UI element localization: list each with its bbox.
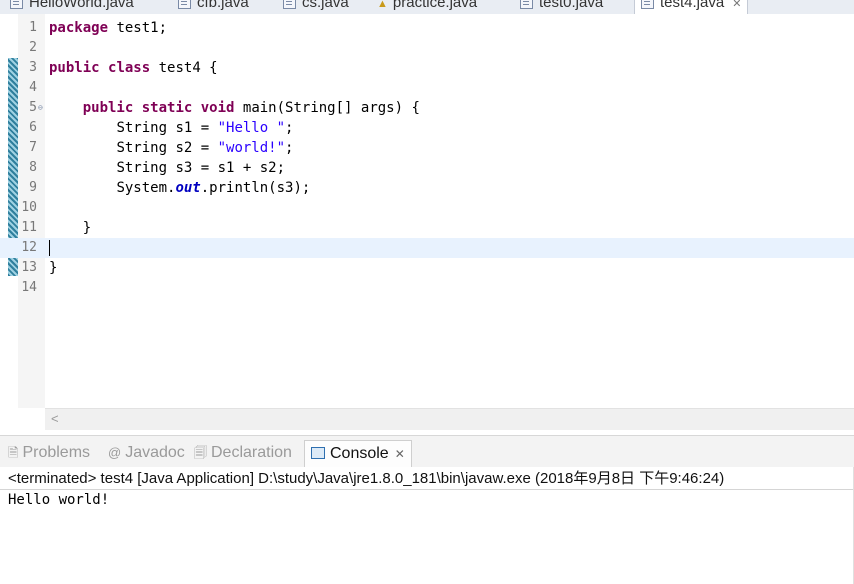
code-line: 3 public class test4 { xyxy=(0,58,854,78)
console-output-text: Hello world! xyxy=(8,492,110,508)
tab-label: Problems xyxy=(22,444,91,461)
code-text: public class test4 { xyxy=(49,60,218,76)
warning-icon: ▲ xyxy=(377,0,388,10)
console-output[interactable]: Hello world! xyxy=(0,490,854,584)
problems-icon: 🗎 xyxy=(8,445,19,460)
line-number: 5 xyxy=(29,100,37,115)
close-icon[interactable]: ✕ xyxy=(732,0,741,10)
scroll-left-icon[interactable]: < xyxy=(51,411,59,426)
code-line: 9 System.out.println(s3); xyxy=(0,178,854,198)
code-line: 10 xyxy=(0,198,854,218)
code-line: 4 xyxy=(0,78,854,98)
tab-cfb-java[interactable]: cfb.java xyxy=(178,0,249,14)
tab-problems[interactable]: 🗎 Problems xyxy=(8,442,90,464)
bottom-view-tabs: 🗎 Problems @ Javadoc 🗐 Declaration Console ✕ xyxy=(0,435,854,468)
declaration-icon: 🗐 xyxy=(194,445,207,460)
code-text: public static void main(String[] args) { xyxy=(82,100,420,116)
line-number: 14 xyxy=(21,280,37,295)
tab-label: test4.java xyxy=(660,0,725,11)
console-status-line: <terminated> test4 [Java Application] D:… xyxy=(0,467,854,490)
console-status-text: <terminated> test4 [Java Application] D:… xyxy=(8,470,725,487)
text-caret xyxy=(49,240,50,256)
tab-label: Javadoc xyxy=(125,444,185,461)
code-line: 6 String s1 = "Hello "; xyxy=(0,118,854,138)
javadoc-icon: @ xyxy=(108,445,122,460)
code-line: 7 String s2 = "world!"; xyxy=(0,138,854,158)
line-number: 2 xyxy=(29,40,37,55)
tab-label: test0.java xyxy=(539,0,604,11)
tab-practice-java[interactable]: ▲ practice.java xyxy=(377,0,477,14)
code-text: } xyxy=(82,220,92,236)
code-text: } xyxy=(49,260,58,276)
line-number: 9 xyxy=(29,180,37,195)
code-text: String s1 = "Hello "; xyxy=(116,120,294,136)
current-line: 12 xyxy=(0,238,854,258)
tab-cs-java[interactable]: cs.java xyxy=(283,0,349,14)
line-number: 4 xyxy=(29,80,37,95)
line-number: 8 xyxy=(29,160,37,175)
code-line: 5 ⊖ public static void main(String[] arg… xyxy=(0,98,854,118)
tab-javadoc[interactable]: @ Javadoc xyxy=(108,442,185,464)
tab-test4-java[interactable]: test4.java ✕ xyxy=(634,0,749,14)
java-file-icon xyxy=(520,0,533,9)
tab-label: Declaration xyxy=(211,444,292,461)
code-line: 14 xyxy=(0,278,854,298)
console-icon xyxy=(311,447,325,459)
code-text: System.out.println(s3); xyxy=(116,180,311,196)
line-number: 13 xyxy=(21,260,37,275)
code-text: String s3 = s1 + s2; xyxy=(116,160,286,176)
line-number: 12 xyxy=(21,240,37,255)
code-line: 11 } xyxy=(0,218,854,238)
code-line: 13 } xyxy=(0,258,854,278)
close-icon[interactable]: ✕ xyxy=(395,447,405,461)
line-number: 10 xyxy=(21,200,37,215)
java-file-icon xyxy=(10,0,23,9)
tab-console[interactable]: Console ✕ xyxy=(304,440,412,467)
code-line: 1 package test1; xyxy=(0,18,854,38)
line-number: 3 xyxy=(29,60,37,75)
tab-declaration[interactable]: 🗐 Declaration xyxy=(194,442,292,464)
tab-label: HelloWorld.java xyxy=(29,0,134,11)
tab-label: Console xyxy=(330,445,389,462)
tab-label: practice.java xyxy=(392,0,478,11)
code-line: 8 String s3 = s1 + s2; xyxy=(0,158,854,178)
line-number: 1 xyxy=(29,20,37,35)
line-number: 7 xyxy=(29,140,37,155)
code-editor[interactable]: 1 package test1; 2 3 public class test4 … xyxy=(0,14,854,431)
horizontal-scrollbar[interactable]: < xyxy=(45,408,854,431)
java-file-icon xyxy=(178,0,191,9)
code-text: String s2 = "world!"; xyxy=(116,140,294,156)
tab-label: cfb.java xyxy=(197,0,249,11)
java-file-icon xyxy=(283,0,296,9)
line-number: 11 xyxy=(21,220,37,235)
tab-label: cs.java xyxy=(302,0,349,11)
java-file-icon xyxy=(641,0,654,9)
code-text: package test1; xyxy=(49,20,168,36)
code-line: 2 xyxy=(0,38,854,58)
tab-helloworld-java[interactable]: HelloWorld.java xyxy=(10,0,134,14)
editor-tab-bar: HelloWorld.java cfb.java cs.java ▲ practi… xyxy=(0,0,854,14)
line-number: 6 xyxy=(29,120,37,135)
tab-test0-java[interactable]: test0.java xyxy=(520,0,603,14)
fold-collapse-icon[interactable]: ⊖ xyxy=(38,98,43,118)
